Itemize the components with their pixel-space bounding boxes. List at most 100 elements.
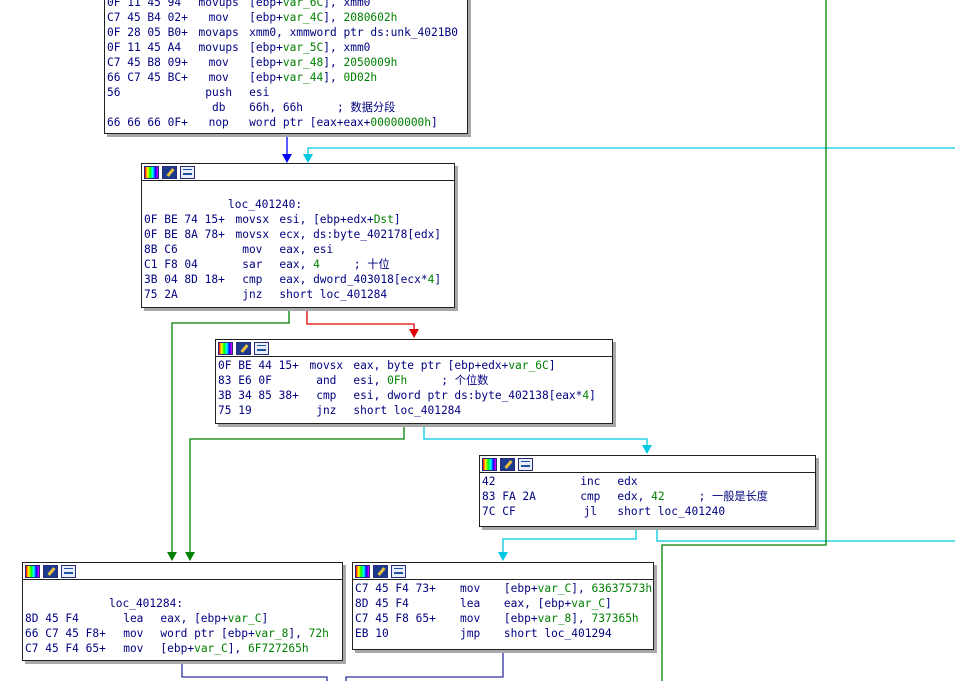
instruction-line[interactable]: C7 45 F8 65+ mov [ebp+var_8], 737365h: [355, 611, 651, 626]
instruction-line[interactable]: 8D 45 F4 lea eax, [ebp+var_C]: [25, 611, 340, 626]
rename-icon[interactable]: [236, 341, 251, 355]
mnemonic[interactable]: lea: [106, 611, 160, 626]
instruction-line[interactable]: C7 45 F4 73+ mov [ebp+var_C], 63637573h: [355, 581, 652, 596]
code-block-success[interactable]: C7 45 F4 73+ mov [ebp+var_C], 63637573h 8D …: [352, 562, 654, 650]
mnemonic[interactable]: sar: [225, 257, 279, 272]
rename-icon[interactable]: [500, 457, 515, 471]
instruction-line[interactable]: 56 push esi: [107, 85, 465, 100]
mnemonic[interactable]: cmp: [225, 272, 279, 287]
mnemonic[interactable]: nop: [188, 115, 249, 130]
operands[interactable]: esi, 0Fh: [353, 374, 407, 387]
operands[interactable]: short loc_401284: [353, 404, 461, 417]
mnemonic[interactable]: movups: [188, 40, 249, 55]
graph-icon[interactable]: [61, 564, 76, 578]
operands[interactable]: eax, esi: [279, 243, 333, 256]
instruction-line[interactable]: C7 45 F4 65+ mov [ebp+var_C], 6F727265h: [25, 641, 340, 656]
mnemonic[interactable]: jnz: [225, 287, 279, 302]
instruction-line[interactable]: 3B 04 8D 18+ cmp eax, dword_403018[ecx*4]: [144, 272, 452, 287]
instruction-line[interactable]: 42 inc edx: [482, 474, 813, 489]
operands[interactable]: 66h, 66h: [249, 101, 303, 114]
operands[interactable]: esi: [249, 86, 269, 99]
operands[interactable]: [ebp+var_6C], xmm0: [249, 0, 370, 9]
mnemonic[interactable]: jl: [563, 504, 617, 519]
instruction-line[interactable]: 8B C6 mov eax, esi: [144, 242, 452, 257]
color-icon[interactable]: [355, 564, 370, 578]
operands[interactable]: ecx, ds:byte_402178[edx]: [279, 228, 441, 241]
mnemonic[interactable]: cmp: [299, 388, 353, 403]
operands[interactable]: [ebp+var_5C], xmm0: [249, 41, 370, 54]
mnemonic[interactable]: and: [299, 373, 353, 388]
instruction-line[interactable]: C1 F8 04 sar eax, 4 ; 十位: [144, 257, 452, 272]
operands[interactable]: eax, dword_403018[ecx*4]: [279, 273, 441, 286]
operands[interactable]: word ptr [eax+eax+00000000h]: [249, 116, 438, 129]
operands[interactable]: eax, 4: [279, 258, 319, 271]
operands[interactable]: esi, dword ptr ds:byte_402138[eax*4]: [353, 389, 596, 402]
color-icon[interactable]: [25, 564, 40, 578]
mnemonic[interactable]: mov: [436, 611, 504, 626]
color-icon[interactable]: [218, 341, 233, 355]
operands[interactable]: word ptr [ebp+var_8], 72h: [160, 627, 328, 640]
instruction-line[interactable]: 0F BE 44 15+ movsx eax, byte ptr [ebp+edx+…: [218, 358, 610, 373]
operands[interactable]: short loc_401284: [279, 288, 387, 301]
mnemonic[interactable]: mov: [106, 626, 160, 641]
mnemonic[interactable]: jmp: [436, 626, 504, 641]
graph-icon[interactable]: [180, 165, 195, 179]
mnemonic[interactable]: movsx: [299, 358, 353, 373]
instruction-line[interactable]: 7C CF jl short loc_401240: [482, 504, 813, 519]
instruction-line[interactable]: 66 C7 45 BC+ mov [ebp+var_44], 0D02h: [107, 70, 465, 85]
color-icon[interactable]: [482, 457, 497, 471]
mnemonic[interactable]: mov: [188, 55, 249, 70]
graph-icon[interactable]: [254, 341, 269, 355]
operands[interactable]: [ebp+var_C], 6F727265h: [160, 642, 308, 655]
operands[interactable]: eax, byte ptr [ebp+edx+var_6C]: [353, 359, 555, 372]
operands[interactable]: eax, [ebp+var_C]: [504, 597, 612, 610]
mnemonic[interactable]: cmp: [563, 489, 617, 504]
operands[interactable]: [ebp+var_4C], 2080602h: [249, 11, 397, 24]
instruction-line[interactable]: 3B 34 85 38+ cmp esi, dword ptr ds:byte_40…: [218, 388, 610, 403]
instruction-line[interactable]: 0F 11 45 94 movups [ebp+var_6C], xmm0: [107, 0, 465, 10]
operands[interactable]: [ebp+var_C], 63637573h: [504, 582, 652, 595]
instruction-line[interactable]: C7 45 B8 09+ mov [ebp+var_48], 2050009h: [107, 55, 465, 70]
graph-icon[interactable]: [391, 564, 406, 578]
mnemonic[interactable]: movsx: [225, 212, 279, 227]
instruction-line[interactable]: 66 66 66 0F+ nop word ptr [eax+eax+0000000…: [107, 115, 465, 130]
instruction-line[interactable]: EB 10 jmp short loc_401294: [355, 626, 651, 641]
operands[interactable]: [ebp+var_44], 0D02h: [249, 71, 377, 84]
instruction-line[interactable]: 0F BE 74 15+ movsx esi, [ebp+edx+Dst]: [144, 212, 452, 227]
mnemonic[interactable]: mov: [188, 70, 249, 85]
instruction-line[interactable]: 66 C7 45 F8+ mov word ptr [ebp+var_8], 72h: [25, 626, 340, 641]
graph-icon[interactable]: [518, 457, 533, 471]
block-label[interactable]: loc_401240:: [144, 197, 452, 212]
code-block-top[interactable]: 0F 11 45 94 movups [ebp+var_6C], xmm0 C7 45…: [104, 0, 468, 134]
mnemonic[interactable]: lea: [436, 596, 504, 611]
mnemonic[interactable]: mov: [106, 641, 160, 656]
mnemonic[interactable]: inc: [563, 474, 617, 489]
color-icon[interactable]: [144, 165, 159, 179]
mnemonic[interactable]: push: [188, 85, 249, 100]
instruction-line[interactable]: 0F 11 45 A4 movups [ebp+var_5C], xmm0: [107, 40, 465, 55]
code-block-loc-401284[interactable]: loc_401284: 8D 45 F4 lea eax, [ebp+var_C] 6…: [22, 562, 343, 661]
rename-icon[interactable]: [162, 165, 177, 179]
operands[interactable]: edx, 42: [617, 490, 664, 503]
mnemonic[interactable]: mov: [188, 10, 249, 25]
instruction-line[interactable]: 75 2A jnz short loc_401284: [144, 287, 452, 302]
operands[interactable]: [ebp+var_48], 2050009h: [249, 56, 397, 69]
operands[interactable]: xmm0, xmmword ptr ds:unk_4021B0: [249, 26, 458, 39]
rename-icon[interactable]: [43, 564, 58, 578]
instruction-line[interactable]: 0F BE 8A 78+ movsx ecx, ds:byte_402178[edx…: [144, 227, 452, 242]
instruction-line[interactable]: db 66h, 66h ; 数据分段: [107, 100, 465, 115]
mnemonic[interactable]: mov: [225, 242, 279, 257]
rename-icon[interactable]: [373, 564, 388, 578]
instruction-line[interactable]: 83 FA 2A cmp edx, 42 ; 一般是长度: [482, 489, 813, 504]
mnemonic[interactable]: jnz: [299, 403, 353, 418]
operands[interactable]: edx: [617, 475, 637, 488]
code-block-inc[interactable]: 42 inc edx 83 FA 2A cmp edx, 42 ; 一般是长度 7C CF jl…: [479, 455, 816, 527]
instruction-line[interactable]: C7 45 B4 02+ mov [ebp+var_4C], 2080602h: [107, 10, 465, 25]
mnemonic[interactable]: movaps: [188, 25, 249, 40]
operands[interactable]: short loc_401240: [617, 505, 725, 518]
mnemonic[interactable]: mov: [436, 581, 504, 596]
code-block-mid[interactable]: 0F BE 44 15+ movsx eax, byte ptr [ebp+edx+…: [215, 339, 613, 424]
mnemonic[interactable]: movsx: [225, 227, 279, 242]
instruction-line[interactable]: 0F 28 05 B0+ movaps xmm0, xmmword ptr ds:u…: [107, 25, 465, 40]
mnemonic[interactable]: db: [188, 100, 249, 115]
